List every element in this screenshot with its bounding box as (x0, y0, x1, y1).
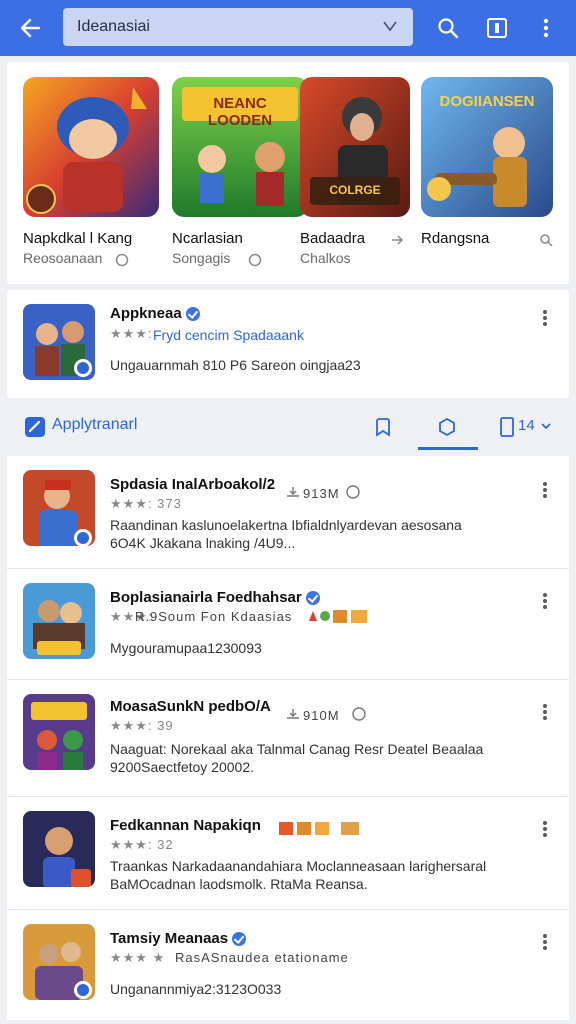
more-vert-icon (543, 18, 549, 38)
rating-stars: ★★★: 373 (110, 496, 182, 511)
featured-app-art: NEANC LOODEN (172, 77, 308, 217)
chat-bubble-icon (346, 485, 360, 499)
search-small-icon (540, 234, 553, 247)
top-app-bar: Ideanasiai (0, 0, 576, 56)
overflow-menu-button[interactable] (526, 8, 566, 48)
featured-app-art: COLRGE (300, 77, 410, 217)
featured-app-card[interactable]: COLRGE Badaadra Chalkos (300, 77, 436, 266)
app-meta: RasASnaudea etationame (175, 950, 349, 965)
verified-icon (232, 932, 247, 947)
list-item[interactable]: Boplasianairla Foedhahsar ★★★: R.9Soum F… (7, 569, 569, 679)
search-icon (438, 18, 459, 39)
app-list: Spdasia InalArboakol/2 913M ★★★: 373 Raa… (7, 456, 569, 1020)
download-icon (287, 487, 299, 497)
app-title: Tamsiy Meanaas (110, 930, 247, 947)
app-title: Spdasia InalArboakol/2 (110, 476, 276, 493)
verified-icon (185, 307, 200, 322)
spotlight-app-title: Appkneaa (110, 305, 200, 322)
list-item[interactable]: Tamsiy Meanaas ★★★ ★ RasASnaudea etation… (7, 910, 569, 1020)
app-icon (23, 470, 95, 546)
featured-app-card[interactable]: Napkdkal l Kang Reosoanaan (23, 77, 159, 267)
more-options-button[interactable] (537, 702, 553, 722)
chevron-down-icon[interactable] (540, 420, 552, 432)
edit-checkbox-icon[interactable] (24, 416, 46, 438)
featured-art-title: COLRGE (329, 183, 381, 197)
device-count: 14 (518, 417, 535, 434)
play-badge-icon (248, 253, 262, 267)
featured-art-title: DOGIIANSEN (439, 93, 535, 110)
rating-stars: ★★★ ★ (110, 950, 166, 965)
hexagon-icon[interactable] (437, 417, 457, 437)
app-description-line2: 9200Saectfetoy 20002. (110, 759, 255, 775)
app-title: Fedkannan Napakiqn (110, 817, 261, 834)
back-button[interactable] (10, 8, 50, 48)
more-options-button[interactable] (537, 308, 553, 328)
tablet-icon (487, 18, 507, 38)
more-options-button[interactable] (537, 819, 553, 839)
chevron-down-icon[interactable] (381, 17, 399, 35)
search-input[interactable]: Ideanasiai (77, 18, 150, 36)
app-meta: R.9Soum Fon Kdaasias (135, 609, 293, 624)
filter-tab-strip: Applytranarl 14 (0, 404, 576, 450)
device-icon[interactable] (500, 417, 514, 437)
list-item[interactable]: Fedkannan Napakiqn ★★★: 32 Traankas Nark… (7, 797, 569, 909)
featured-app-subtitle: Songagis (172, 250, 231, 266)
spotlight-app-card[interactable]: Appkneaa ★★★: Fryd cencim Spadaaank Unga… (7, 290, 569, 398)
app-description: Mygouramupaa1230093 (110, 640, 262, 656)
app-description: Naaguat: Norekaal aka Talnmal Canag Resr… (110, 741, 484, 757)
gift-icons (309, 610, 367, 623)
share-icon (392, 235, 404, 245)
active-tab-indicator (418, 447, 478, 450)
bookmark-icon[interactable] (373, 417, 393, 437)
featured-app-art (23, 77, 159, 217)
more-options-button[interactable] (537, 932, 553, 952)
app-icon (23, 583, 95, 659)
featured-art-title: NEANC LOODEN (207, 95, 273, 129)
play-badge-icon (115, 253, 129, 267)
back-arrow-icon (20, 18, 41, 38)
more-options-button[interactable] (537, 591, 553, 611)
verified-icon (305, 591, 320, 606)
app-icon (23, 811, 95, 887)
app-size: 913M (303, 486, 340, 501)
spotlight-developer-link[interactable]: Fryd cencim Spadaaank (153, 326, 304, 344)
app-icon (23, 304, 95, 380)
app-description-line2: 6O4K Jkakana lnaking /4U9... (110, 535, 296, 551)
featured-carousel: Napkdkal l Kang Reosoanaan NEANC LOODEN … (7, 62, 569, 284)
app-description: Raandinan kaslunoelakertna Ibfialdnlyard… (110, 517, 462, 533)
featured-app-art: DOGIIANSEN (421, 77, 553, 217)
list-item[interactable]: MoasaSunkN pedbO/A 910M ★★★: 39 Naaguat:… (7, 680, 569, 796)
featured-app-subtitle: Reosoanaan (23, 250, 103, 266)
rating-stars: ★★★: 39 (110, 718, 174, 733)
featured-app-name: Badaadra (300, 230, 366, 247)
rating-stars: ★★★: (110, 326, 153, 341)
featured-app-name: Rdangsna (421, 230, 490, 247)
app-description: Unganannmiya2:3123O033 (110, 981, 282, 997)
app-description-line2: BaMOcadnan laodsmolk. RtaMa Reansa. (110, 876, 368, 892)
app-description: Traankas Narkadaanandahiara Moclanneasaa… (110, 858, 487, 874)
chat-bubble-icon (352, 707, 366, 721)
featured-app-name: Ncarlasian (172, 230, 243, 247)
app-title: Boplasianairla Foedhahsar (110, 589, 320, 606)
more-options-button[interactable] (537, 480, 553, 500)
app-icon (23, 924, 95, 1000)
spotlight-description: Ungauarnmah 810 P6 Sareon oingjaa23 (110, 357, 361, 373)
download-icon (287, 709, 299, 719)
app-title: MoasaSunkN pedbO/A (110, 698, 271, 715)
featured-app-subtitle: Chalkos (300, 250, 351, 266)
search-button[interactable] (428, 8, 468, 48)
apply-filter-link[interactable]: Applytranarl (52, 416, 137, 434)
app-size: 910M (303, 708, 340, 723)
featured-app-card[interactable]: NEANC LOODEN Ncarlasian Songagis (172, 77, 308, 267)
search-field[interactable]: Ideanasiai (63, 8, 413, 46)
list-item[interactable]: Spdasia InalArboakol/2 913M ★★★: 373 Raa… (7, 456, 569, 568)
featured-app-card[interactable]: DOGIIANSEN Rdangsna (421, 77, 557, 247)
featured-app-name: Napkdkal l Kang (23, 230, 133, 247)
app-icon (23, 694, 95, 770)
rating-stars: ★★★: 32 (110, 837, 174, 852)
tablet-view-button[interactable] (477, 8, 517, 48)
gift-icons (279, 822, 359, 835)
